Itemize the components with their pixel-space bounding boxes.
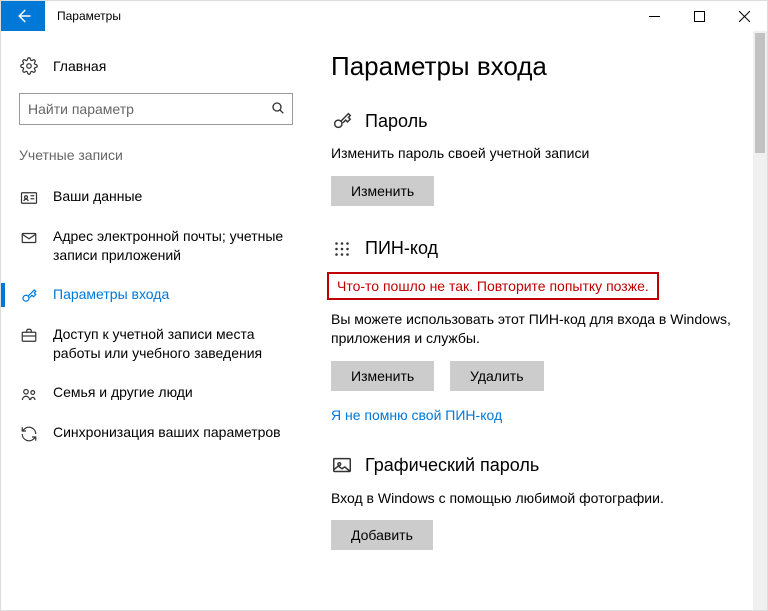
- section-title: Пароль: [365, 111, 427, 132]
- people-icon: [19, 385, 39, 403]
- vertical-scrollbar[interactable]: [753, 31, 767, 610]
- search-input[interactable]: [28, 101, 270, 117]
- mail-icon: [19, 229, 39, 247]
- window-title: Параметры: [45, 1, 133, 31]
- title-bar: Параметры: [1, 1, 767, 31]
- search-box[interactable]: [19, 93, 293, 125]
- back-button[interactable]: [1, 1, 45, 31]
- picture-add-button[interactable]: Добавить: [331, 520, 433, 550]
- sidebar-home[interactable]: Главная: [1, 51, 311, 93]
- section-password: Пароль Изменить пароль своей учетной зап…: [331, 110, 737, 206]
- sidebar-item-family[interactable]: Семья и другие люди: [1, 373, 311, 413]
- close-button[interactable]: [722, 1, 767, 31]
- id-card-icon: [19, 189, 39, 207]
- section-title: ПИН-код: [365, 238, 438, 259]
- section-title: Графический пароль: [365, 455, 539, 476]
- scrollbar-thumb[interactable]: [755, 33, 765, 153]
- close-icon: [739, 11, 750, 22]
- section-description: Изменить пароль своей учетной записи: [331, 144, 737, 164]
- sidebar-nav: Ваши данные Адрес электронной почты; уче…: [1, 177, 311, 453]
- sidebar-item-label: Ваши данные: [53, 187, 293, 206]
- sync-icon: [19, 425, 39, 443]
- section-pin: ПИН-код Что-то пошло не так. Повторите п…: [331, 238, 737, 423]
- sidebar-item-label: Семья и другие люди: [53, 383, 293, 402]
- arrow-left-icon: [14, 7, 32, 25]
- section-description: Вы можете использовать этот ПИН-код для …: [331, 310, 737, 349]
- briefcase-icon: [19, 327, 39, 345]
- sidebar-item-sync[interactable]: Синхронизация ваших параметров: [1, 413, 311, 453]
- maximize-icon: [694, 11, 705, 22]
- gear-icon: [19, 57, 39, 75]
- maximize-button[interactable]: [677, 1, 722, 31]
- key-icon: [331, 110, 353, 132]
- minimize-button[interactable]: [632, 1, 677, 31]
- sidebar-home-label: Главная: [53, 58, 106, 74]
- password-change-button[interactable]: Изменить: [331, 176, 434, 206]
- minimize-icon: [649, 11, 660, 22]
- sidebar: Главная Учетные записи Ваши данные: [1, 31, 311, 610]
- sidebar-item-signin-options[interactable]: Параметры входа: [1, 275, 311, 315]
- picture-icon: [331, 455, 353, 477]
- sidebar-item-label: Параметры входа: [53, 285, 293, 304]
- sidebar-item-email[interactable]: Адрес электронной почты; учетные записи …: [1, 217, 311, 275]
- main-content: Параметры входа Пароль Изменить пароль с…: [311, 31, 767, 610]
- pin-change-button[interactable]: Изменить: [331, 361, 434, 391]
- sidebar-item-your-info[interactable]: Ваши данные: [1, 177, 311, 217]
- sidebar-item-label: Адрес электронной почты; учетные записи …: [53, 227, 293, 265]
- page-title: Параметры входа: [331, 51, 737, 82]
- sidebar-item-label: Доступ к учетной записи места работы или…: [53, 325, 293, 363]
- keypad-icon: [331, 238, 353, 260]
- key-icon: [19, 287, 39, 305]
- section-picture-password: Графический пароль Вход в Windows с помо…: [331, 455, 737, 551]
- section-description: Вход в Windows с помощью любимой фотогра…: [331, 489, 737, 509]
- sidebar-item-label: Синхронизация ваших параметров: [53, 423, 293, 442]
- pin-forgot-link[interactable]: Я не помню свой ПИН-код: [331, 407, 502, 423]
- search-icon: [270, 100, 286, 119]
- pin-remove-button[interactable]: Удалить: [450, 361, 543, 391]
- sidebar-item-work-access[interactable]: Доступ к учетной записи места работы или…: [1, 315, 311, 373]
- pin-error-message: Что-то пошло не так. Повторите попытку п…: [327, 272, 659, 300]
- sidebar-group-header: Учетные записи: [1, 147, 311, 177]
